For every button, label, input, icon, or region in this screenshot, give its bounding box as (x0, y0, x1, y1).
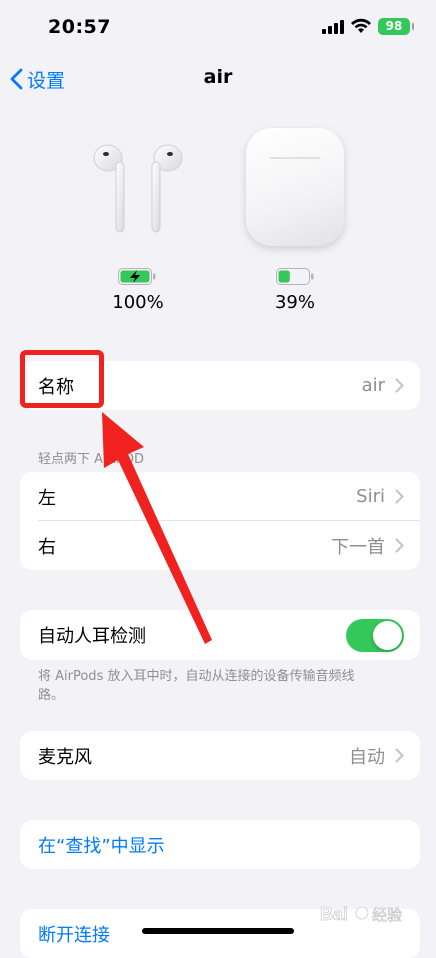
chevron-right-icon (395, 489, 404, 504)
double-tap-header: 轻点两下 AIRPOD (38, 452, 144, 467)
page-title: air (203, 66, 233, 88)
airpods-earbuds-image (93, 144, 183, 233)
navigation-bar: 设置 air (0, 58, 436, 98)
ear-detection-note: 将 AirPods 放入耳中时，自动从连接的设备传输音频线路。 (38, 669, 355, 703)
battery-status-level: 98 (385, 19, 403, 33)
name-value: air (361, 375, 385, 396)
earbuds-battery-charging-icon (118, 268, 156, 285)
status-time: 20:57 (48, 16, 111, 38)
battery-status-icon: 98 (378, 18, 414, 35)
left-label: 左 (38, 487, 56, 509)
double-tap-left-row[interactable]: 左 Siri (20, 472, 420, 521)
microphone-value: 自动 (349, 746, 385, 768)
highlight-box (20, 350, 104, 408)
microphone-label: 麦克风 (38, 746, 92, 768)
airpods-case-image (246, 128, 344, 246)
chevron-right-icon (395, 378, 404, 393)
right-value: 下一首 (331, 536, 385, 558)
find-my-card: 在“查找”中显示 (20, 820, 420, 869)
right-label: 右 (38, 536, 56, 558)
status-bar: 20:57 98 (0, 0, 436, 56)
svg-text:经验: 经验 (372, 906, 402, 924)
chevron-right-icon (395, 538, 404, 553)
wifi-icon (351, 18, 371, 33)
left-value: Siri (356, 486, 385, 507)
ear-detection-toggle[interactable] (346, 619, 404, 652)
cellular-signal-icon (322, 20, 344, 34)
home-indicator[interactable] (142, 928, 294, 934)
find-my-link[interactable]: 在“查找”中显示 (38, 832, 404, 858)
earbuds-battery-percentage: 100% (112, 292, 164, 313)
ear-detection-card: 自动人耳检测 (20, 610, 420, 660)
find-my-row[interactable]: 在“查找”中显示 (20, 820, 420, 869)
double-tap-card: 左 Siri 右 下一首 (20, 472, 420, 570)
baidu-watermark-logo: Bai 经验 (320, 900, 430, 930)
microphone-card: 麦克风 自动 (20, 731, 420, 780)
ear-detection-row: 自动人耳检测 (20, 610, 420, 660)
microphone-row[interactable]: 麦克风 自动 (20, 731, 420, 780)
svg-text:Bai: Bai (320, 904, 348, 924)
chevron-right-icon (395, 748, 404, 763)
case-battery-percentage: 39% (274, 292, 315, 313)
case-battery-icon (276, 268, 314, 285)
double-tap-right-row[interactable]: 右 下一首 (20, 521, 420, 570)
